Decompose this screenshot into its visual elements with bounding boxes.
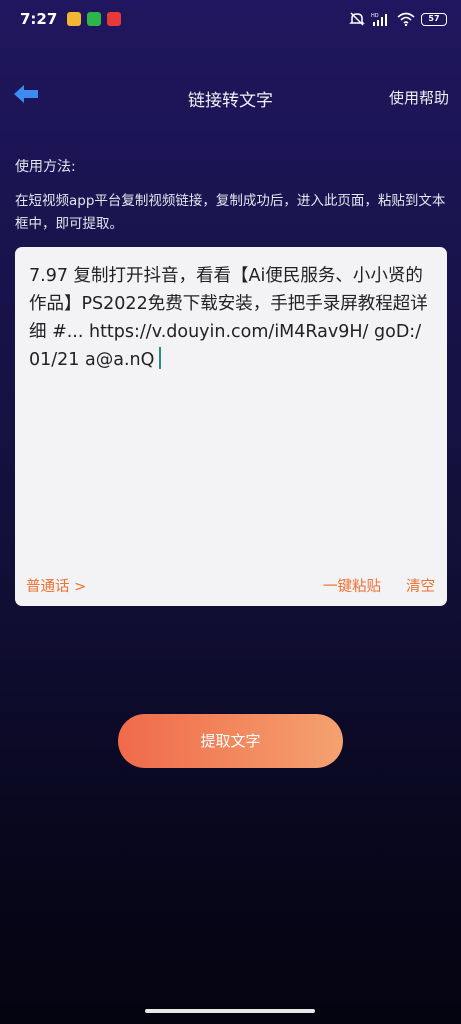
svg-text:HD: HD [371, 13, 379, 19]
clear-button[interactable]: 清空 [406, 575, 435, 596]
status-time: 7:27 [20, 10, 58, 28]
header: 链接转文字 使用帮助 [0, 78, 461, 118]
instructions-text: 在短视频app平台复制视频链接，复制成功后，进入此页面，粘贴到文本框中，即可提取… [15, 193, 446, 232]
text-cursor [159, 347, 162, 369]
paste-button[interactable]: 一键粘贴 [323, 575, 381, 596]
link-text-input[interactable]: 7.97 复制打开抖音，看看【Ai便民服务、小小贤的作品】PS2022免费下载安… [29, 262, 434, 552]
battery-indicator: 57 [421, 12, 447, 26]
extract-text-button[interactable]: 提取文字 [118, 714, 343, 768]
language-selector[interactable]: 普通话 > [26, 575, 86, 596]
wifi-icon [397, 12, 415, 26]
status-icons: HD 57 [349, 12, 447, 26]
status-bar: 7:27 HD 57 [0, 0, 461, 38]
notes-app-icon [67, 12, 82, 26]
help-link[interactable]: 使用帮助 [389, 87, 449, 108]
link-text-value: 7.97 复制打开抖音，看看【Ai便民服务、小小贤的作品】PS2022免费下载安… [29, 266, 428, 370]
mute-alarm-icon [349, 12, 365, 26]
hd-signal-icon: HD [371, 13, 387, 26]
home-indicator[interactable] [145, 1009, 315, 1013]
instructions-title: 使用方法: [15, 159, 76, 175]
app-notification-icon [107, 12, 122, 26]
card-footer: 普通话 > 一键粘贴 清空 [15, 575, 447, 595]
wechat-icon [87, 12, 102, 26]
link-input-card: 7.97 复制打开抖音，看看【Ai便民服务、小小贤的作品】PS2022免费下载安… [15, 247, 447, 606]
